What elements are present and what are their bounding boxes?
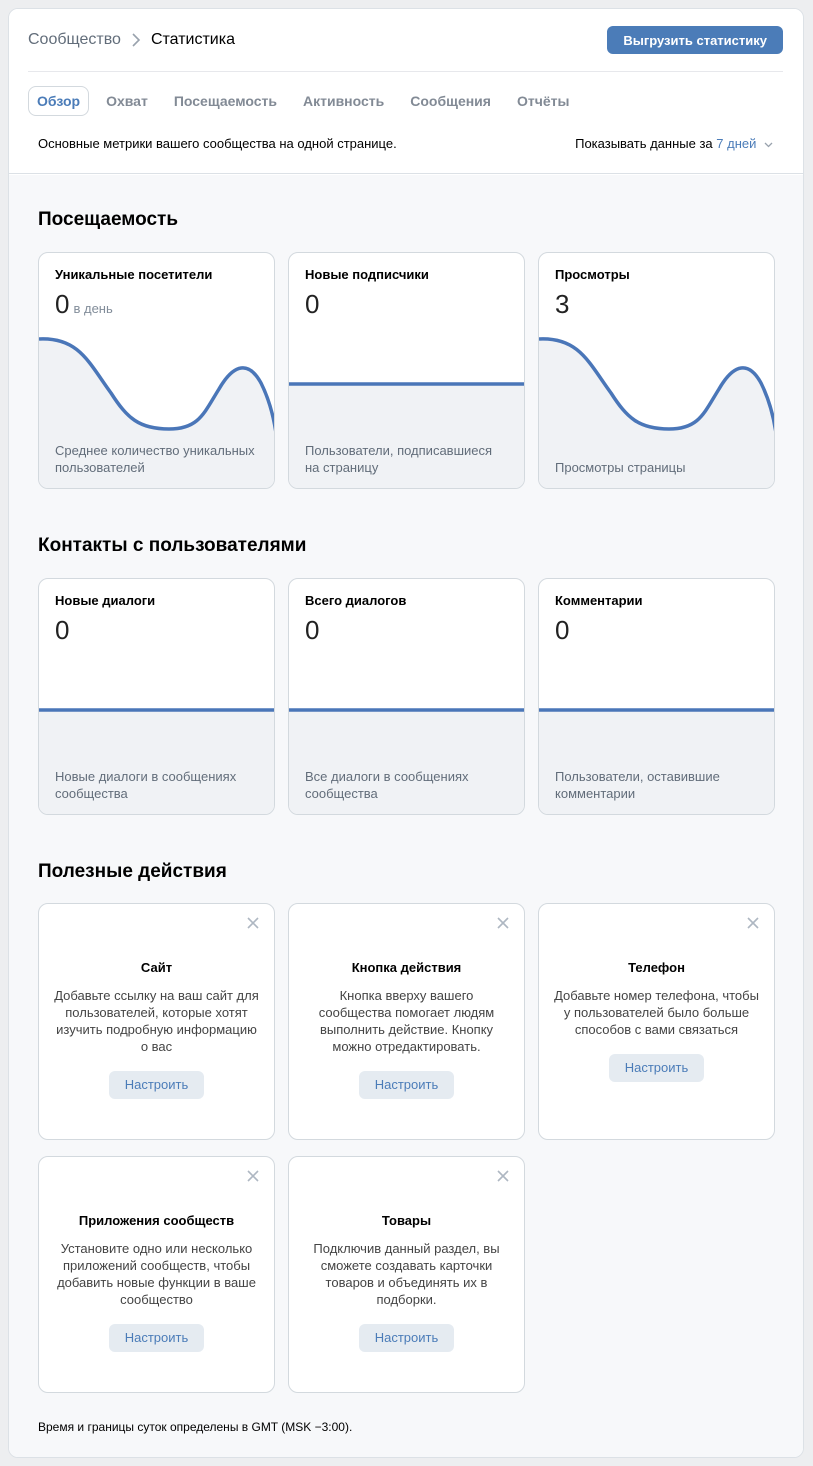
metric-description: Среднее количество уникальных пользовате… [55, 443, 255, 475]
breadcrumb-community-link[interactable]: Сообщество [28, 31, 121, 49]
action-card-action-button: Кнопка действия Кнопка вверху вашего соо… [288, 903, 525, 1140]
subheader-row: Основные метрики вашего сообщества на од… [38, 136, 773, 151]
close-icon[interactable] [246, 916, 260, 930]
configure-button[interactable]: Настроить [108, 1324, 205, 1352]
timezone-note: Время и границы суток определены в GMT (… [38, 1420, 353, 1434]
action-card-products: Товары Подключив данный раздел, вы сможе… [288, 1156, 525, 1393]
metric-card-total-dialogs[interactable]: Всего диалогов 0 Все диалоги в сообщения… [288, 578, 525, 815]
metric-description: Пользователи, подписавшиеся на страницу [305, 443, 493, 475]
period-prefix: Показывать данные за [575, 136, 713, 151]
metric-description: Просмотры страницы [555, 460, 686, 475]
metric-value: 0 [55, 289, 70, 319]
tab-overview[interactable]: Обзор [28, 86, 90, 116]
metric-description: Пользователи, оставившие комментарии [555, 769, 720, 801]
metric-card-unique-visitors[interactable]: Уникальные посетители 0в день Среднее ко… [38, 252, 275, 489]
metric-title: Уникальные посетители [55, 267, 213, 282]
metric-value: 0 [55, 615, 70, 645]
close-icon[interactable] [496, 1169, 510, 1183]
configure-button[interactable]: Настроить [608, 1054, 705, 1082]
close-icon[interactable] [496, 916, 510, 930]
action-text: Подключив данный раздел, вы сможете созд… [313, 1241, 500, 1307]
metric-title: Просмотры [555, 267, 630, 282]
metric-value-wrap: 0в день [55, 289, 113, 320]
metric-title: Новые диалоги [55, 593, 156, 608]
tab-attendance[interactable]: Посещаемость [165, 86, 286, 116]
breadcrumb-current: Статистика [150, 31, 235, 48]
metric-card-new-dialogs[interactable]: Новые диалоги 0 Новые диалоги в сообщени… [38, 578, 275, 815]
action-card-site: Сайт Добавьте ссылку на ваш сайт для пол… [38, 903, 275, 1140]
content-area: Посещаемость Уникальные посетители 0в де… [9, 175, 803, 1457]
metric-value: 0 [305, 615, 320, 645]
action-text: Кнопка вверху вашего сообщества помогает… [318, 988, 495, 1054]
metric-card-views[interactable]: Просмотры 3 Просмотры страницы [538, 252, 775, 489]
tab-bar: Обзор Охват Посещаемость Активность Сооб… [28, 86, 586, 116]
metric-title: Всего диалогов [305, 593, 407, 608]
metric-card-comments[interactable]: Комментарии 0 Пользователи, оставившие к… [538, 578, 775, 815]
tab-reports[interactable]: Отчёты [508, 86, 578, 116]
configure-button[interactable]: Настроить [358, 1324, 455, 1352]
page-description: Основные метрики вашего сообщества на од… [38, 136, 397, 151]
divider [28, 71, 783, 72]
action-title: Кнопка действия [351, 960, 462, 975]
metric-unit: в день [73, 301, 113, 316]
metric-title: Новые подписчики [305, 267, 429, 282]
chevron-right-icon [132, 33, 141, 47]
action-text: Установите одно или несколько приложений… [57, 1241, 256, 1307]
action-title: Сайт [140, 960, 173, 975]
metric-card-new-subscribers[interactable]: Новые подписчики 0 Пользователи, подписа… [288, 252, 525, 489]
period-selector[interactable]: Показывать данные за 7 дней [575, 136, 773, 151]
period-value: 7 дней [716, 136, 757, 151]
action-text: Добавьте номер телефона, чтобы у пользов… [554, 988, 759, 1037]
chevron-down-icon [764, 142, 773, 147]
tab-messages[interactable]: Сообщения [401, 86, 500, 116]
close-icon[interactable] [746, 916, 760, 930]
tab-reach[interactable]: Охват [97, 86, 157, 116]
section-title-actions: Полезные действия [38, 861, 227, 882]
metric-value: 0 [555, 615, 570, 645]
section-title-contacts: Контакты с пользователями [38, 535, 307, 556]
action-card-community-apps: Приложения сообществ Установите одно или… [38, 1156, 275, 1393]
metric-title: Комментарии [555, 593, 643, 608]
action-title: Телефон [628, 960, 685, 975]
statistics-panel: Сообщество Статистика Выгрузить статисти… [8, 8, 804, 1458]
export-statistics-button[interactable]: Выгрузить статистику [607, 26, 783, 54]
metric-description: Все диалоги в сообщениях сообщества [305, 769, 469, 801]
configure-button[interactable]: Настроить [358, 1071, 455, 1099]
configure-button[interactable]: Настроить [108, 1071, 205, 1099]
metric-value: 0 [305, 289, 320, 319]
breadcrumb: Сообщество Статистика [28, 31, 235, 49]
action-title: Товары [381, 1213, 432, 1228]
action-title: Приложения сообществ [78, 1213, 235, 1228]
section-title-attendance: Посещаемость [38, 209, 179, 230]
action-card-phone: Телефон Добавьте номер телефона, чтобы у… [538, 903, 775, 1140]
page-header: Сообщество Статистика Выгрузить статисти… [9, 9, 803, 174]
close-icon[interactable] [246, 1169, 260, 1183]
metric-value: 3 [555, 289, 570, 319]
metric-description: Новые диалоги в сообщениях сообщества [55, 769, 237, 801]
tab-activity[interactable]: Активность [294, 86, 393, 116]
action-text: Добавьте ссылку на ваш сайт для пользова… [54, 988, 259, 1054]
